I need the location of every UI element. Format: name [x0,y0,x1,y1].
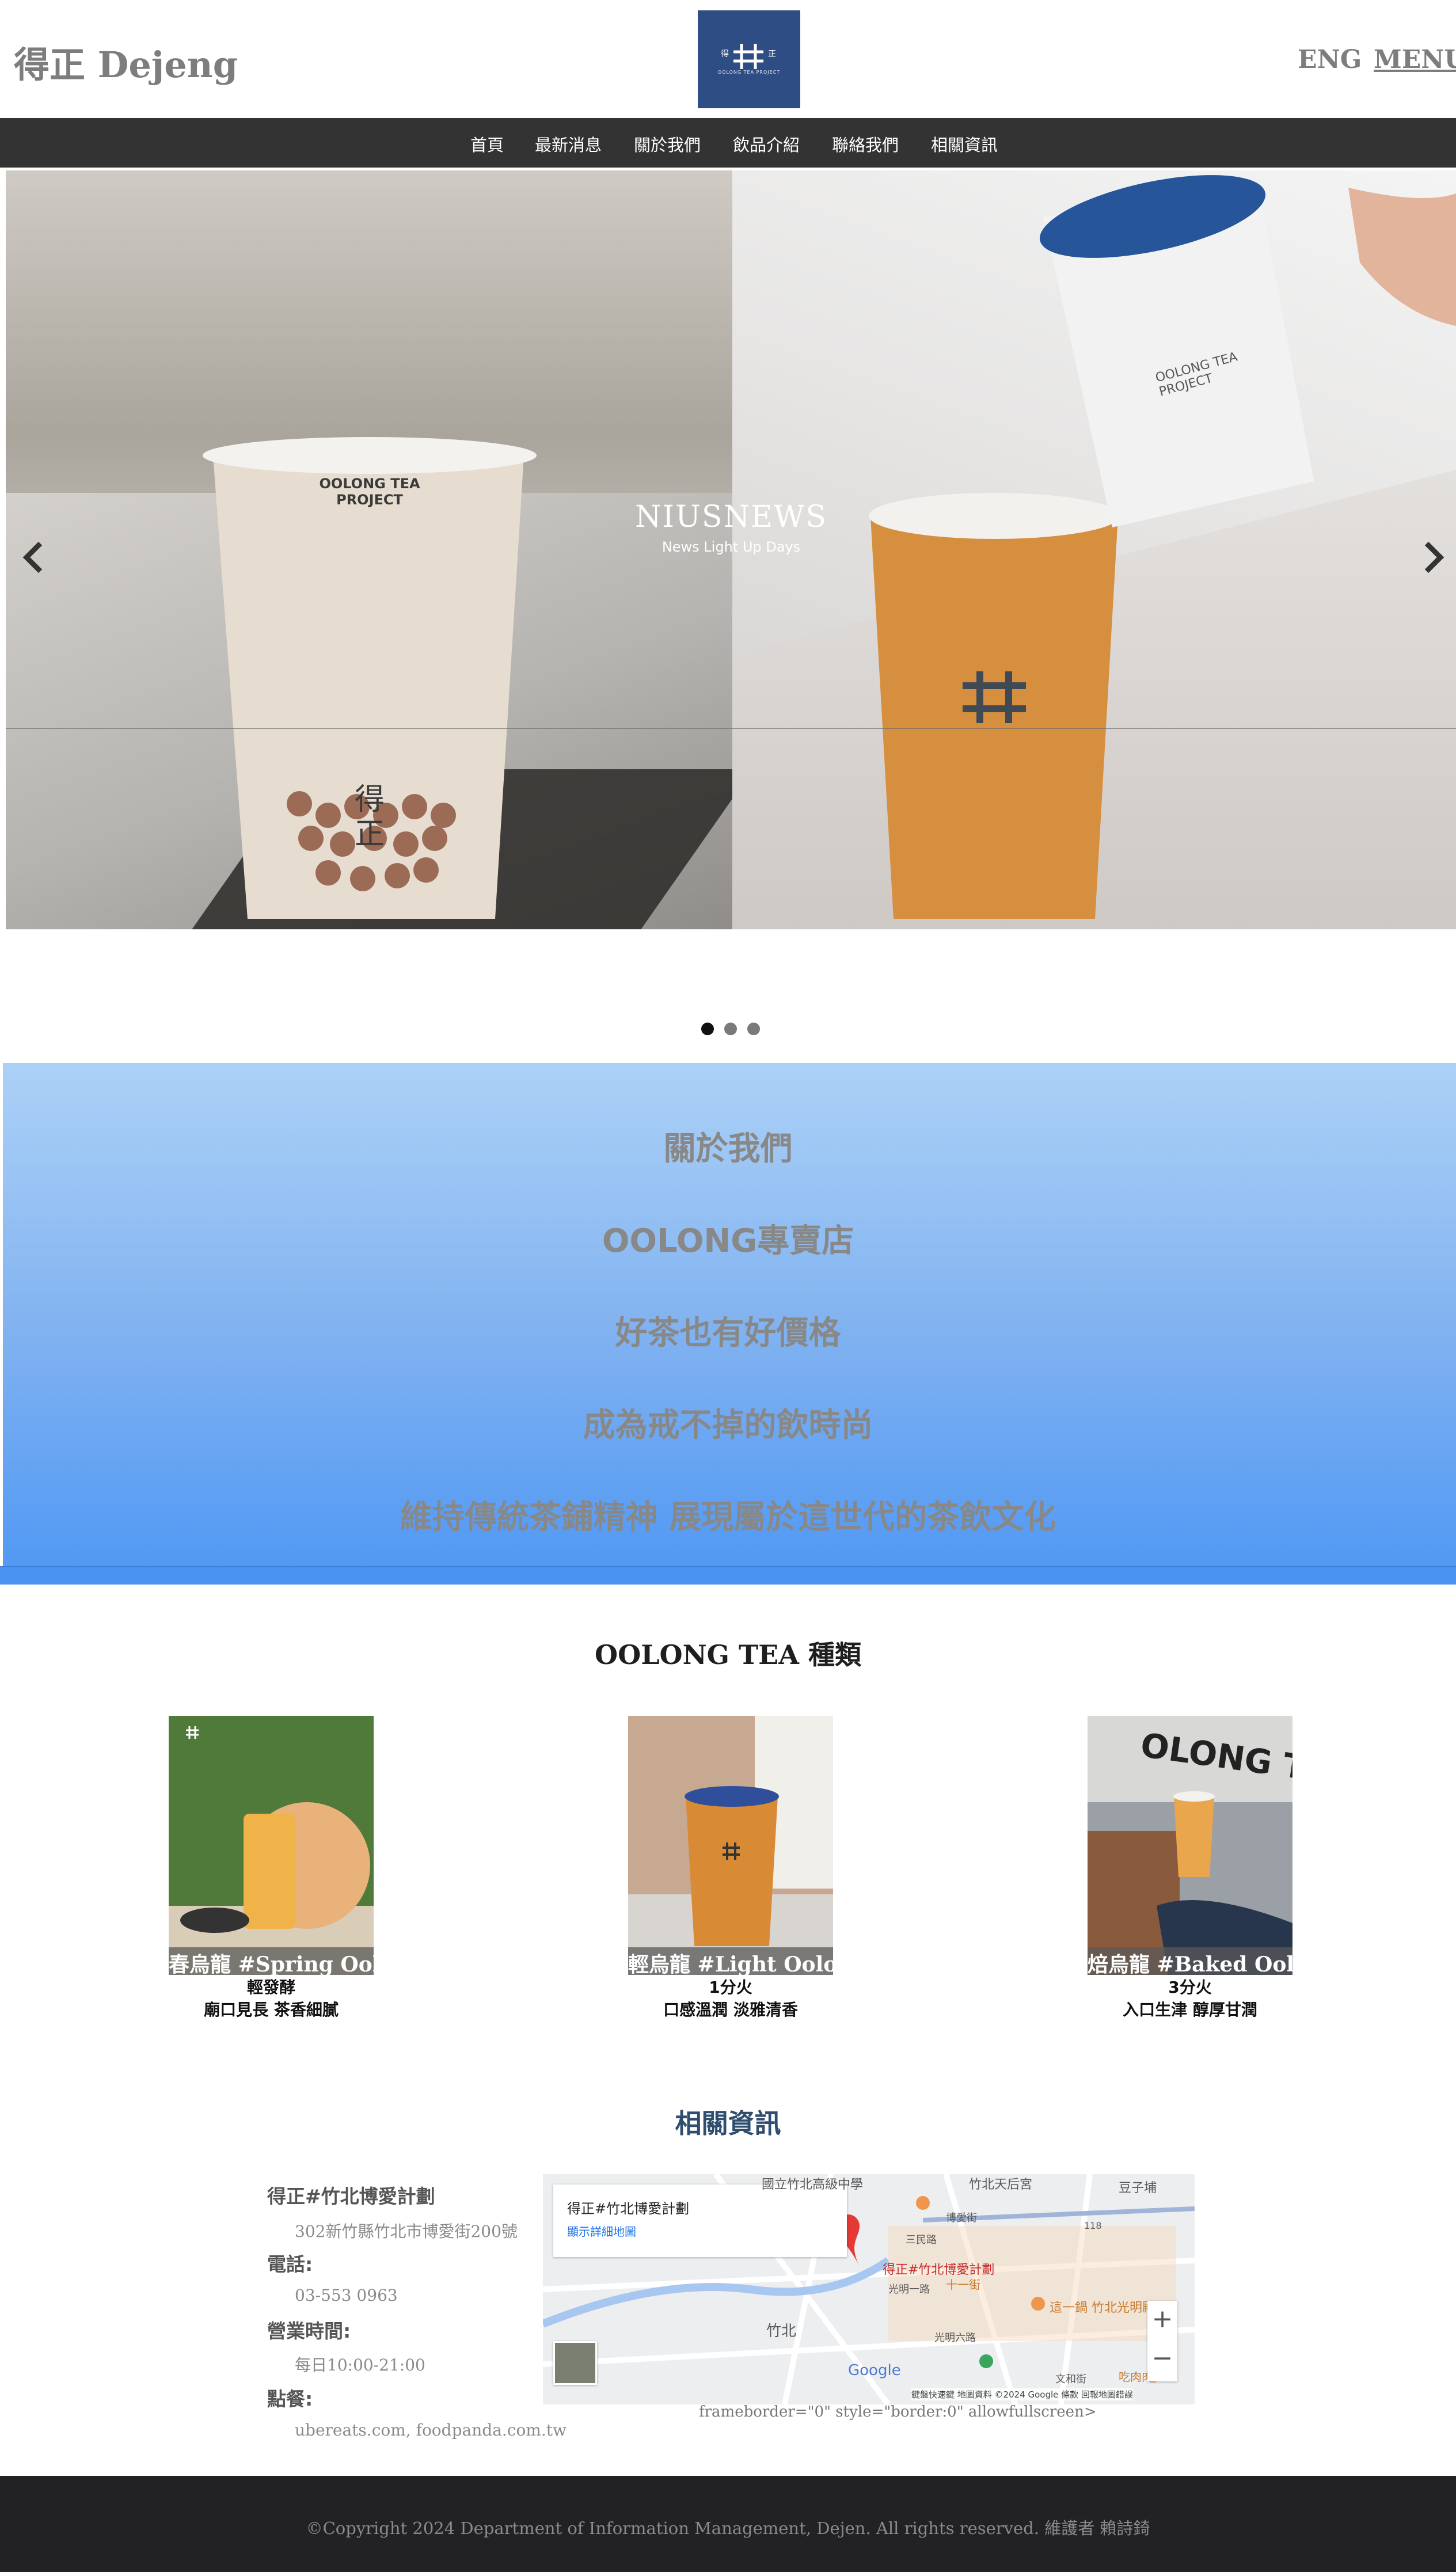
zoom-in-button[interactable]: + [1147,2304,1177,2334]
tea-desc-spring: 廟口見長 茶香細膩 [204,2000,339,2019]
about-line-1: OOLONG專賣店 [602,1222,854,1260]
site-brand[interactable]: 得正 Dejeng [14,36,238,88]
map-place-3: 國立竹北高級中學 [762,2178,864,2192]
map-place-6: 光明一路 [888,2284,930,2296]
about-line-2: 好茶也有好價格 [615,1315,841,1352]
nav-item-drinks[interactable]: 飲品介紹 [733,132,800,156]
slide-watermark: NIUSNEWS [634,500,828,534]
site-header: 得正 Dejeng 得 正 OOLONG TEA PROJECT ENG MEN… [0,0,1456,118]
phone-label: 電話: [267,2253,313,2275]
map-layer-toggle[interactable] [553,2341,597,2385]
map-place-2: 豆子埔 [1119,2181,1157,2195]
tea-name-spring: 春烏龍 #Spring Oolong [169,1952,424,1977]
main-nav: 首頁 最新消息 關於我們 飲品介紹 聯絡我們 相關資訊 [0,118,1456,168]
tea-name-baked: 焙烏龍 #Baked Oolong [1088,1952,1338,1977]
map-attribution[interactable]: 鍵盤快速鍵 地圖資料 ©2024 Google 條款 回報地圖錯誤 [911,2388,1133,2400]
nav-item-home[interactable]: 首頁 [470,132,504,156]
svg-text:正: 正 [355,817,385,852]
chevron-left-icon[interactable] [22,540,45,575]
copyright-text: ©Copyright 2024 Department of Informatio… [306,2518,1150,2538]
info-section-title: 相關資訊 [675,2108,781,2139]
google-logo: Google [848,2362,901,2379]
about-title: 關於我們 [663,1130,793,1168]
slider-indicators [701,1023,770,1036]
nav-item-contact[interactable]: 聯絡我們 [832,132,899,156]
tea-image-baked[interactable]: OLONG TE [1088,1716,1292,1975]
hero-slider: 得 正 OOLONG TEA PROJECT OOLONG TEA PROJEC… [6,170,1456,929]
tea-level-baked: 3分火 [1168,1978,1212,1997]
nav-item-info[interactable]: 相關資訊 [931,132,998,156]
delivery-label: 點餐: [267,2388,313,2410]
phone-number: 03-553 0963 [295,2286,398,2305]
about-line-4: 維持傳統茶鋪精神 展現屬於這世代的茶飲文化 [400,1499,1056,1536]
map-place-5: 三民路 [906,2234,937,2246]
about-line-3: 成為戒不掉的飲時尚 [583,1407,873,1444]
site-footer: ©Copyright 2024 Department of Informatio… [0,2476,1456,2572]
tea-name-light: 輕烏龍 #Light Oolong [628,1952,867,1977]
store-name: 得正#竹北博愛計劃 [267,2185,435,2208]
google-map[interactable]: 得正#竹北博愛計劃 顯示詳細地圖 得正#竹北博愛計劃 竹北天后宮 豆子埔 國立竹… [543,2174,1195,2404]
map-place-1: 竹北天后宮 [969,2178,1033,2192]
menu-link[interactable]: MENU [1374,45,1456,74]
map-place-12: 文和街 [1055,2373,1086,2385]
slider-dot-1[interactable] [701,1023,714,1035]
map-place-10: 光明六路 [934,2332,976,2344]
left-cup-label: OOLONG TEA PROJECT [319,476,420,508]
store-address: 302新竹縣竹北市博愛街200號 [295,2222,518,2241]
tea-section-title: OOLONG TEA 種類 [595,1639,861,1670]
chevron-right-icon[interactable] [1422,540,1445,575]
hours-value: 每日10:00-21:00 [295,2356,425,2375]
iframe-code-leak: frameborder="0" style="border:0" allowfu… [699,2403,1097,2421]
hash-logo-icon [733,44,763,69]
map-place-4: 博愛街 [946,2212,977,2224]
svg-text:得: 得 [355,782,385,817]
tea-desc-light: 口感溫潤 淡雅清香 [663,2000,798,2019]
delivery-value: ubereats.com, foodpanda.com.tw [295,2421,567,2440]
tea-image-light[interactable] [628,1716,833,1975]
tea-image-spring[interactable] [169,1716,374,1975]
slider-dot-3[interactable] [747,1023,760,1035]
zoom-out-button[interactable]: − [1147,2343,1177,2373]
map-place-8: 這一鍋 竹北光明殿 [1050,2301,1155,2315]
logo-char-right: 正 [768,50,776,59]
slider-dot-2[interactable] [724,1023,737,1035]
map-zoom-control: + − [1147,2301,1177,2381]
map-card-title: 得正#竹北博愛計劃 [567,2201,690,2217]
logo-char-left: 得 [721,50,729,59]
map-larger-link[interactable]: 顯示詳細地圖 [567,2223,636,2239]
map-info-card: 得正#竹北博愛計劃 顯示詳細地圖 [553,2185,847,2257]
slide-tagline: News Light Up Days [662,539,801,555]
tea-desc-baked: 入口生津 醇厚甘潤 [1123,2000,1257,2019]
logo-subtitle: OOLONG TEA PROJECT [717,70,781,75]
map-place-7: 十一街 [946,2278,980,2292]
map-place-9: 竹北 [766,2323,797,2340]
tea-level-light: 1分火 [709,1978,752,1997]
site-logo[interactable]: 得 正 OOLONG TEA PROJECT [698,10,800,108]
hours-label: 營業時間: [267,2320,351,2342]
nav-item-about[interactable]: 關於我們 [634,132,701,156]
language-switch-link[interactable]: ENG [1298,45,1362,74]
nav-item-news[interactable]: 最新消息 [535,132,602,156]
map-place-13: 118 [1084,2220,1102,2231]
tea-level-spring: 輕發酵 [246,1978,295,1997]
